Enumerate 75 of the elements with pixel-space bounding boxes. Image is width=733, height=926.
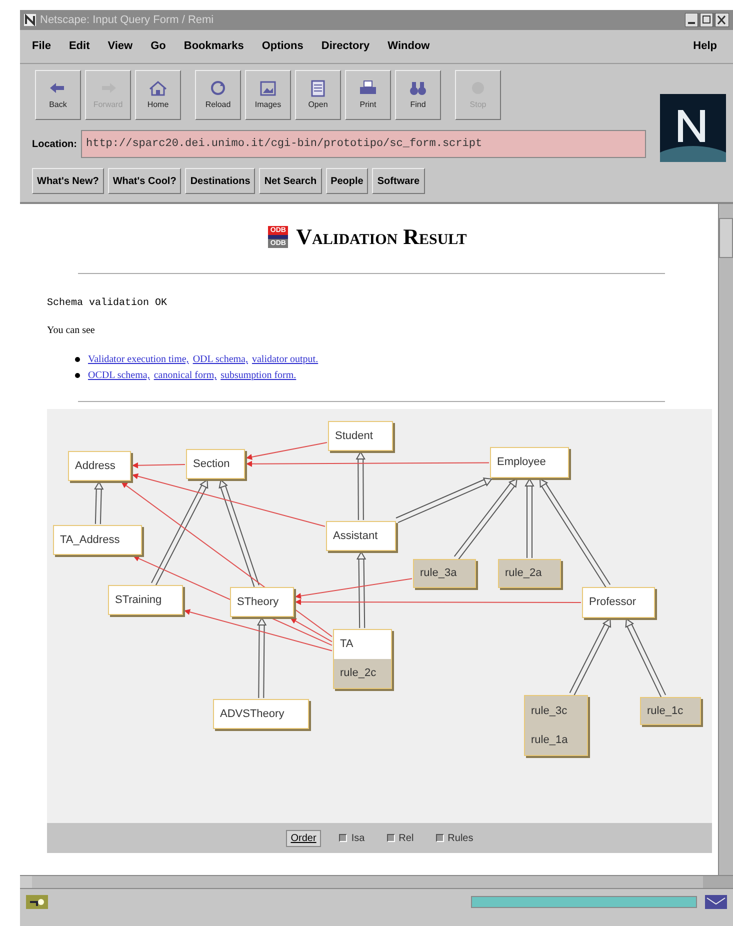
class-node[interactable]: TA rule_2c [333,629,392,689]
vertical-scrollbar[interactable] [718,204,733,875]
checkbox[interactable] [386,834,395,842]
app-icon [24,14,36,26]
class-node[interactable]: TA_Address [53,525,142,555]
link[interactable]: validator output. [252,352,318,367]
directory-button[interactable]: People [326,168,368,194]
location-label: Location: [32,138,77,152]
isa-arrow [94,481,104,525]
menu-item[interactable]: Directory [321,38,370,55]
horizontal-scrollbar[interactable] [20,875,733,889]
link[interactable]: OCDL schema, [88,368,150,383]
intro-text: You can see [47,324,96,338]
window-title: Netscape: Input Query Form / Remi [40,12,215,28]
checkbox-label: Rules [448,832,474,846]
menu-item[interactable]: Help [693,38,721,55]
class-node[interactable]: rule_3a [413,559,476,588]
directory-button[interactable]: What's Cool? [108,168,182,194]
menu-item[interactable]: Window [388,38,430,55]
class-node[interactable]: Assistant [326,521,396,551]
directory-button[interactable]: Software [372,168,425,194]
checkbox[interactable] [339,834,348,842]
checkbox[interactable] [436,834,444,842]
toolbar-button[interactable]: Find [395,70,441,120]
toolbar-button[interactable]: Back [35,70,81,120]
class-node[interactable]: rule_3c rule_1a [524,695,588,756]
class-node[interactable]: rule_2a [498,559,561,588]
house-icon [147,80,169,96]
page-title: Validation Result [296,223,467,251]
menu-item[interactable]: View [108,38,133,55]
netscape-logo[interactable] [660,94,726,162]
window-controls-icon[interactable] [685,13,729,27]
printer-icon [357,80,379,96]
isa-arrow [356,451,366,520]
class-node[interactable]: Section [186,449,245,479]
menu-item[interactable]: Options [262,38,304,55]
menu-item[interactable]: Bookmarks [184,38,244,55]
bullet-icon [75,357,80,362]
directory-button[interactable]: Net Search [259,168,322,194]
class-node[interactable]: Professor [582,587,655,618]
menu-item[interactable]: Go [150,38,166,55]
toolbar-button[interactable]: Images [245,70,291,120]
class-node[interactable]: Student [328,421,393,451]
class-label: TA [334,630,391,659]
bullet-icon [75,373,80,378]
binoculars-icon [407,80,429,96]
directory-button[interactable]: Destinations [185,168,256,194]
toolbar-button[interactable]: Print [345,70,391,120]
toolbar-button[interactable]: Reload [195,70,241,120]
class-node[interactable]: STraining [108,585,183,615]
checkbox-label: Rel [398,832,414,846]
rule-label: rule_2c [334,659,391,688]
rule-label: rule_3c [525,696,587,726]
security-key-icon [26,895,48,909]
class-node[interactable]: STheory [230,587,294,617]
link[interactable]: canonical form, [154,368,217,383]
toolbar-button[interactable]: Home [135,70,181,120]
toolbar-button[interactable]: Open [295,70,341,120]
menu-item[interactable]: File [32,38,51,55]
link[interactable]: subsumption form. [220,368,296,383]
link[interactable]: ODL schema, [192,352,248,367]
location-field[interactable]: http://sparc20.dei.unimo.it/cgi-bin/prototipo/sc_form.script [81,130,646,158]
class-node[interactable]: Address [68,451,131,481]
class-node[interactable]: rule_1c [640,697,701,725]
checkbox-label: Isa [351,832,365,846]
menu-item[interactable]: Edit [68,38,90,55]
status-text: Schema validation OK [47,296,168,311]
relation-arrow [132,462,186,468]
class-node[interactable]: ADVSTheory [213,699,309,729]
directory-button[interactable]: What's New? [32,168,104,194]
rule-label: rule_1a [525,726,587,755]
mail-icon[interactable] [705,895,727,909]
order-button[interactable]: Order [286,830,322,846]
link[interactable]: Validator execution time, [88,352,189,367]
class-node[interactable]: Employee [490,447,569,478]
